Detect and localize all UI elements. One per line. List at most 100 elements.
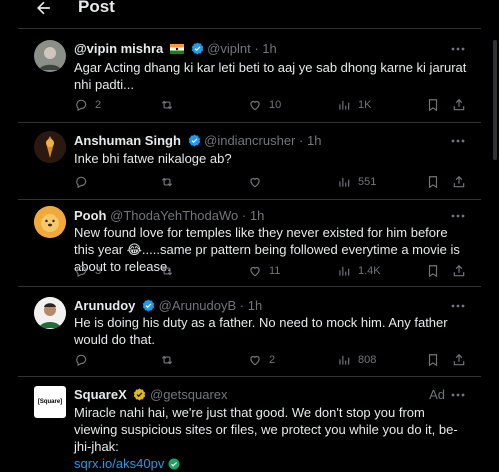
like-count: 10 [269,99,282,111]
post-meta: Anshuman Singh @indiancrusher · 1h [74,133,321,148]
bookmark-icon[interactable] [426,262,440,280]
reply-icon [76,99,87,112]
view-count: 808 [358,354,377,366]
post-time[interactable]: 1h [250,208,264,223]
author-name[interactable]: Anshuman Singh [74,133,181,148]
post-text: Agar Acting dhang ki kar leti beti to aa… [74,60,467,92]
views-chart-icon [339,355,350,365]
author-handle[interactable]: @ThodaYehThodaWo [110,208,238,223]
reply-icon [76,354,87,367]
like-button[interactable]: 11 [248,262,280,280]
views-button[interactable]: 551 [337,173,376,191]
reply-post[interactable]: Arunudoy @ArunudoyB · 1h He is doing his… [18,286,481,376]
like-button[interactable]: 2 [248,351,275,369]
post-text: He is doing his duty as a father. No nee… [74,315,448,347]
reply-post[interactable]: Anshuman Singh @indiancrusher · 1h Inke … [18,122,481,199]
more-options-icon[interactable] [450,298,466,314]
reply-count: 3 [95,265,102,277]
reply-button[interactable]: 3 [74,262,101,280]
repost-icon [161,177,173,187]
author-name[interactable]: Arunudoy [74,298,135,313]
post-actions: 551 [74,173,469,191]
view-count: 1K [358,99,372,111]
avatar[interactable] [34,40,66,72]
post-time[interactable]: 1h [248,298,262,313]
verified-badge-icon [134,388,146,401]
avatar[interactable] [34,297,66,329]
back-arrow-icon[interactable] [34,0,54,18]
share-icon[interactable] [452,262,466,280]
views-chart-icon [339,177,350,187]
heart-icon [250,100,260,111]
verified-badge-icon [142,299,155,312]
bookmark-icon[interactable] [426,96,440,114]
separator-dot: · [254,41,259,56]
bookmark-icon[interactable] [426,173,440,191]
more-options-icon[interactable] [450,133,466,149]
top-bar: Post [0,0,499,20]
page-title: Post [78,0,115,16]
post-meta: @vipin mishra @viplnt · 1h [74,41,277,56]
post-actions: 2 808 [74,351,469,369]
views-chart-icon [339,100,350,110]
views-button[interactable]: 808 [337,351,376,369]
view-count: 551 [358,176,377,188]
avatar[interactable] [34,131,66,163]
repost-button[interactable] [160,351,181,369]
heart-icon [250,355,260,366]
post-time[interactable]: 1h [307,133,321,148]
repost-button[interactable] [160,96,181,114]
verified-badge-icon [188,134,200,147]
repost-icon [161,100,173,110]
avatar[interactable] [34,206,66,238]
like-button[interactable]: 10 [248,96,281,114]
separator-dot: · [241,208,247,223]
reply-icon [76,265,87,278]
view-count: 1.4K [358,265,381,277]
post-meta: Pooh @ThodaYehThodaWo · 1h [74,208,264,223]
advertiser-logo: [Square] [37,399,63,405]
more-options-icon[interactable] [450,41,466,57]
reply-button[interactable]: 2 [74,96,101,114]
verified-badge-icon [191,42,203,55]
separator-dot: · [239,298,245,313]
author-handle[interactable]: @ArunudoyB [159,298,237,313]
like-count: 2 [269,354,276,366]
reply-post[interactable]: Pooh @ThodaYehThodaWo · 1h New found lov… [18,199,481,286]
ad-link[interactable]: sqrx.io/aks40pv [74,456,164,471]
post-time[interactable]: 1h [262,41,276,56]
heart-icon [250,177,260,188]
views-button[interactable]: 1.4K [337,262,381,280]
author-handle[interactable]: @getsquarex [150,387,228,402]
views-chart-icon [339,266,350,276]
views-button[interactable]: 1K [337,96,371,114]
author-name[interactable]: @vipin mishra [74,41,163,56]
repost-icon [161,355,173,365]
reply-post[interactable]: @vipin mishra @viplnt · 1h Agar Acting d… [18,28,481,122]
advertiser-avatar[interactable]: [Square] [34,386,66,418]
scrollbar[interactable] [493,40,497,160]
post-actions: 3 11 1.4K [74,262,469,280]
author-name[interactable]: SquareX [74,387,127,402]
more-options-icon[interactable] [450,387,466,403]
reply-icon [76,176,87,189]
author-handle[interactable]: @indiancrusher [204,133,295,148]
reply-button[interactable] [74,351,95,369]
like-button[interactable] [248,173,269,191]
repost-button[interactable] [160,173,181,191]
reply-button[interactable] [74,173,95,191]
repost-icon [161,266,173,276]
author-handle[interactable]: @viplnt [207,41,251,56]
author-name[interactable]: Pooh [74,208,107,223]
bookmark-icon[interactable] [426,351,440,369]
like-count: 11 [269,265,281,277]
repost-button[interactable] [160,262,181,280]
share-icon[interactable] [452,173,466,191]
heart-icon [250,266,260,277]
share-icon[interactable] [452,351,466,369]
ad-label: Ad [429,387,445,402]
more-options-icon[interactable] [450,208,466,224]
share-icon[interactable] [452,96,466,114]
promoted-post[interactable]: [Square] SquareX @getsquarex Ad Miracle … [18,376,481,471]
post-text: Miracle nahi hai, we're just that good. … [74,405,458,454]
